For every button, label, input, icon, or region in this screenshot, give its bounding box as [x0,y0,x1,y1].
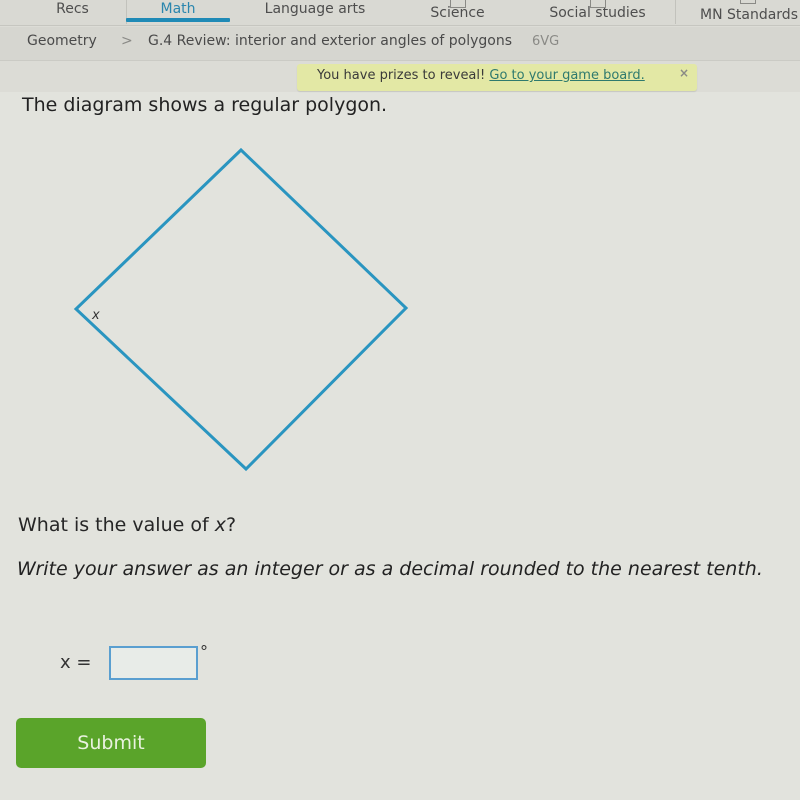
tab-label: Recs [56,1,89,17]
answer-label: x = [60,652,92,673]
problem-area [0,92,800,800]
tab-social-studies[interactable]: Social studies [535,0,660,28]
close-icon[interactable]: × [679,66,689,80]
submit-button[interactable]: Submit [16,718,206,768]
question-variable: x [214,514,226,536]
breadcrumb-skill: G.4 Review: interior and exterior angles… [148,33,513,49]
skill-code: 6VG [532,34,560,49]
breadcrumb: Geometry > G.4 Review: interior and exte… [0,27,800,61]
tab-label: Math [160,1,196,17]
degree-symbol: ° [200,642,208,661]
banner-text: You have prizes to reveal! [317,68,486,83]
breadcrumb-subject[interactable]: Geometry [27,33,97,49]
subject-nav: Recs Math Language arts Science Social s… [0,0,800,26]
breadcrumb-separator: > [121,33,133,49]
question-prefix: What is the value of [18,514,215,536]
game-board-link[interactable]: Go to your game board. [489,68,644,83]
tab-math[interactable]: Math [126,0,230,24]
social-studies-icon [589,0,606,8]
tab-divider [675,0,676,24]
standards-icon [740,0,756,4]
tab-recs[interactable]: Recs [20,0,125,24]
answer-input[interactable] [109,646,198,680]
problem-prompt: The diagram shows a regular polygon. [22,94,388,116]
tab-label: MN Standards [700,7,798,23]
tab-label: Language arts [264,1,366,17]
active-tab-indicator [126,18,230,22]
tab-language-arts[interactable]: Language arts [245,0,385,24]
tab-science[interactable]: Science [405,0,510,28]
science-icon [449,0,466,8]
prize-banner: You have prizes to reveal! Go to your ga… [297,64,697,91]
question-suffix: ? [225,514,237,536]
question-text: What is the value of x? [18,514,236,536]
answer-instructions: Write your answer as an integer or as a … [17,558,763,580]
